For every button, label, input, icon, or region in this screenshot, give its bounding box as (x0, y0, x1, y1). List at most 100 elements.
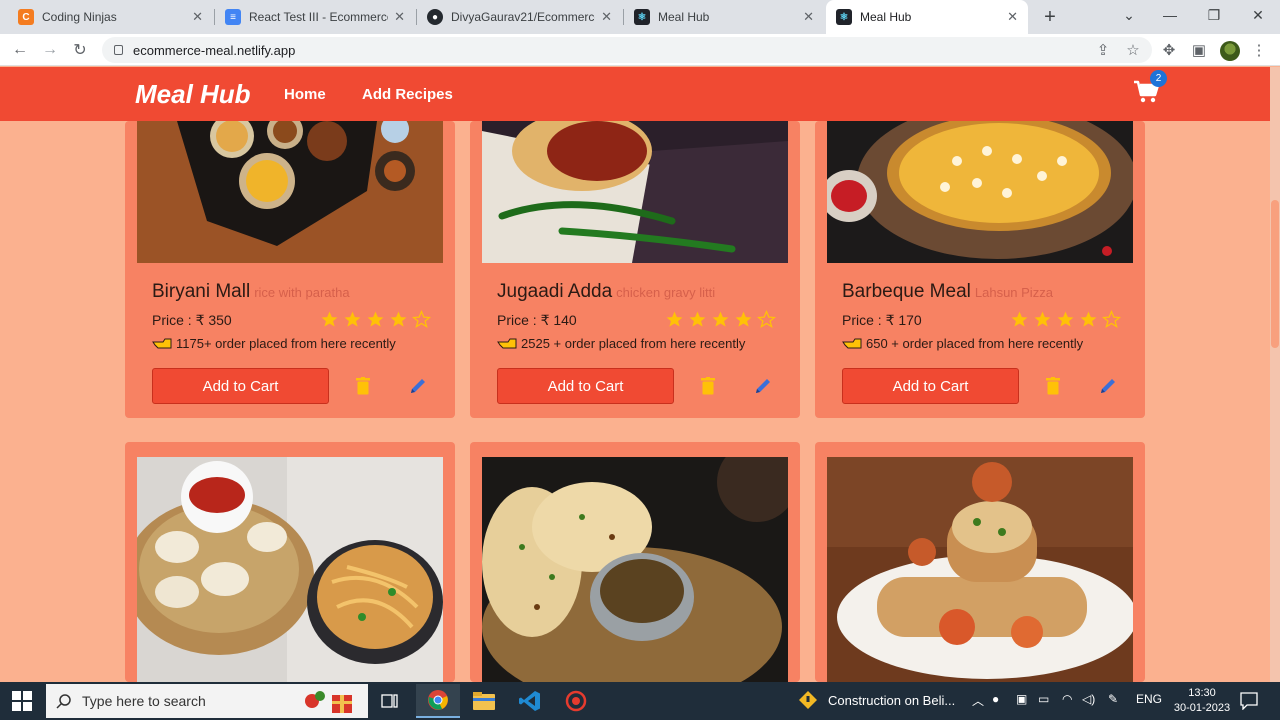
share-icon[interactable]: ⇪ (1094, 41, 1112, 59)
price-label: Price : ₹ 140 (497, 312, 577, 328)
orders-text: 2525 + order placed from here recently (521, 336, 746, 351)
dish-name: Biryani Mall rice with paratha (152, 281, 350, 303)
news-widget[interactable]: Construction on Beli... (798, 690, 955, 710)
browser-tab-meal-hub[interactable]: ⚛ Meal Hub ✕ (624, 0, 824, 34)
clock-time: 13:30 (1188, 687, 1216, 699)
add-to-cart-button[interactable]: Add to Cart (497, 368, 674, 404)
browser-tab-coding-ninjas[interactable]: C Coding Ninjas ✕ (8, 0, 213, 34)
search-icon (56, 694, 71, 709)
star-filled-icon (390, 311, 407, 327)
edit-pencil-icon[interactable] (408, 376, 428, 396)
back-arrow-icon[interactable]: ← (8, 38, 32, 62)
close-icon[interactable]: ✕ (601, 9, 612, 25)
edit-pencil-icon[interactable] (753, 376, 773, 396)
language-indicator[interactable]: ENG (1136, 692, 1162, 706)
restaurant-name: Barbeque Meal (842, 281, 971, 302)
nav-home-link[interactable]: Home (284, 86, 326, 103)
delete-trash-icon[interactable] (356, 377, 370, 395)
close-icon[interactable]: ✕ (192, 9, 203, 25)
brand-logo[interactable]: Meal Hub (135, 79, 251, 110)
delete-trash-icon[interactable] (701, 377, 715, 395)
window-close-icon[interactable]: ✕ (1236, 0, 1280, 30)
google-docs-icon: ≡ (225, 9, 241, 25)
chrome-taskbar-icon[interactable] (416, 684, 460, 718)
news-text: Construction on Beli... (828, 692, 956, 708)
pointing-hand-icon (497, 338, 517, 349)
extensions-puzzle-icon[interactable]: ✥ (1160, 41, 1178, 59)
battery-icon[interactable]: ▭ (1038, 692, 1049, 706)
new-tab-plus-icon[interactable]: + (1038, 5, 1062, 29)
star-filled-icon (344, 311, 361, 327)
file-explorer-icon[interactable] (462, 684, 506, 718)
task-view-icon[interactable] (368, 684, 412, 718)
volume-icon[interactable]: ◁) (1082, 692, 1095, 706)
tab-title: Coding Ninjas (42, 10, 117, 24)
edit-pencil-icon[interactable] (1098, 376, 1118, 396)
close-icon[interactable]: ✕ (1007, 9, 1018, 25)
add-to-cart-button[interactable]: Add to Cart (842, 368, 1019, 404)
vscode-icon[interactable] (508, 684, 552, 718)
price-label: Price : ₹ 350 (152, 312, 232, 328)
bookmark-star-icon[interactable]: ☆ (1124, 41, 1142, 59)
close-icon[interactable]: ✕ (803, 9, 814, 25)
react-icon: ⚛ (836, 9, 852, 25)
tab-title: React Test III - Ecommerce ap (249, 10, 389, 24)
orders-info: 2525 + order placed from here recently (497, 336, 745, 351)
tab-title: Meal Hub (658, 10, 710, 24)
star-filled-icon (1057, 311, 1074, 327)
clock-date: 30-01-2023 (1173, 702, 1231, 714)
orders-text: 650 + order placed from here recently (866, 336, 1084, 351)
profile-avatar[interactable] (1220, 41, 1240, 61)
star-rating (320, 310, 431, 329)
forward-arrow-icon[interactable]: → (38, 38, 62, 62)
coding-ninjas-icon: C (18, 9, 34, 25)
taskbar-search-box[interactable]: Type here to search (46, 684, 368, 718)
close-icon[interactable]: ✕ (394, 9, 405, 25)
food-image-thali (137, 121, 443, 263)
add-to-cart-button[interactable]: Add to Cart (152, 368, 329, 404)
dish-subtitle: Lahsun Pizza (974, 285, 1053, 300)
cart-count-badge: 2 (1150, 70, 1167, 87)
show-hidden-icons-chevron-icon[interactable]: ︿ (972, 692, 984, 709)
notification-center-icon[interactable] (1240, 692, 1258, 710)
page-scrollbar[interactable] (1270, 67, 1280, 682)
tab-title: Meal Hub (860, 10, 912, 24)
scrollbar-thumb[interactable] (1271, 200, 1279, 348)
screen-recorder-icon[interactable] (554, 684, 598, 718)
minimize-icon[interactable]: — (1148, 0, 1192, 30)
dish-name: Barbeque Meal Lahsun Pizza (842, 281, 1053, 303)
star-filled-icon (321, 311, 338, 327)
github-icon: ● (427, 9, 443, 25)
pen-icon[interactable]: ✎ (1108, 692, 1118, 706)
construction-sign-icon (799, 691, 817, 709)
address-bar[interactable]: ecommerce-meal.netlify.app (102, 37, 1152, 63)
star-filled-icon (1034, 311, 1051, 327)
food-image-momos (137, 457, 443, 682)
food-card: Barbeque Meal Lahsun Pizza Price : ₹ 170 … (815, 121, 1145, 418)
food-image-litti (482, 121, 788, 263)
more-menu-icon[interactable]: ⋮ (1250, 41, 1268, 59)
delete-trash-icon[interactable] (1046, 377, 1060, 395)
tray-app-icon[interactable]: ● (992, 692, 999, 706)
windows-start-icon[interactable] (12, 691, 32, 711)
tray-device-icon[interactable]: ▣ (1016, 692, 1027, 706)
tab-search-chevron-icon[interactable]: ⌄ (1107, 0, 1151, 30)
side-panel-icon[interactable]: ▣ (1190, 41, 1208, 59)
reload-icon[interactable]: ↻ (68, 38, 92, 62)
star-filled-icon (367, 311, 384, 327)
dish-name: Jugaadi Adda chicken gravy litti (497, 281, 715, 303)
nav-add-recipes-link[interactable]: Add Recipes (362, 86, 453, 103)
browser-tab-react-test[interactable]: ≡ React Test III - Ecommerce ap ✕ (215, 0, 415, 34)
system-clock[interactable]: 13:30 30-01-2023 (1172, 686, 1232, 716)
restore-icon[interactable]: ❐ (1192, 0, 1236, 30)
food-card (470, 442, 800, 682)
food-image-naan-curry (482, 457, 788, 682)
search-placeholder: Type here to search (82, 693, 206, 709)
star-rating (1010, 310, 1121, 329)
browser-tab-meal-hub-active[interactable]: ⚛ Meal Hub ✕ (826, 0, 1028, 34)
wifi-icon[interactable]: ◠ (1062, 692, 1072, 706)
windows-taskbar: Type here to search Construction on Beli… (0, 682, 1280, 720)
orders-text: 1175+ order placed from here recently (176, 336, 396, 351)
food-card (125, 442, 455, 682)
browser-tab-github[interactable]: ● DivyaGaurav21/Ecommerce-F ✕ (417, 0, 622, 34)
